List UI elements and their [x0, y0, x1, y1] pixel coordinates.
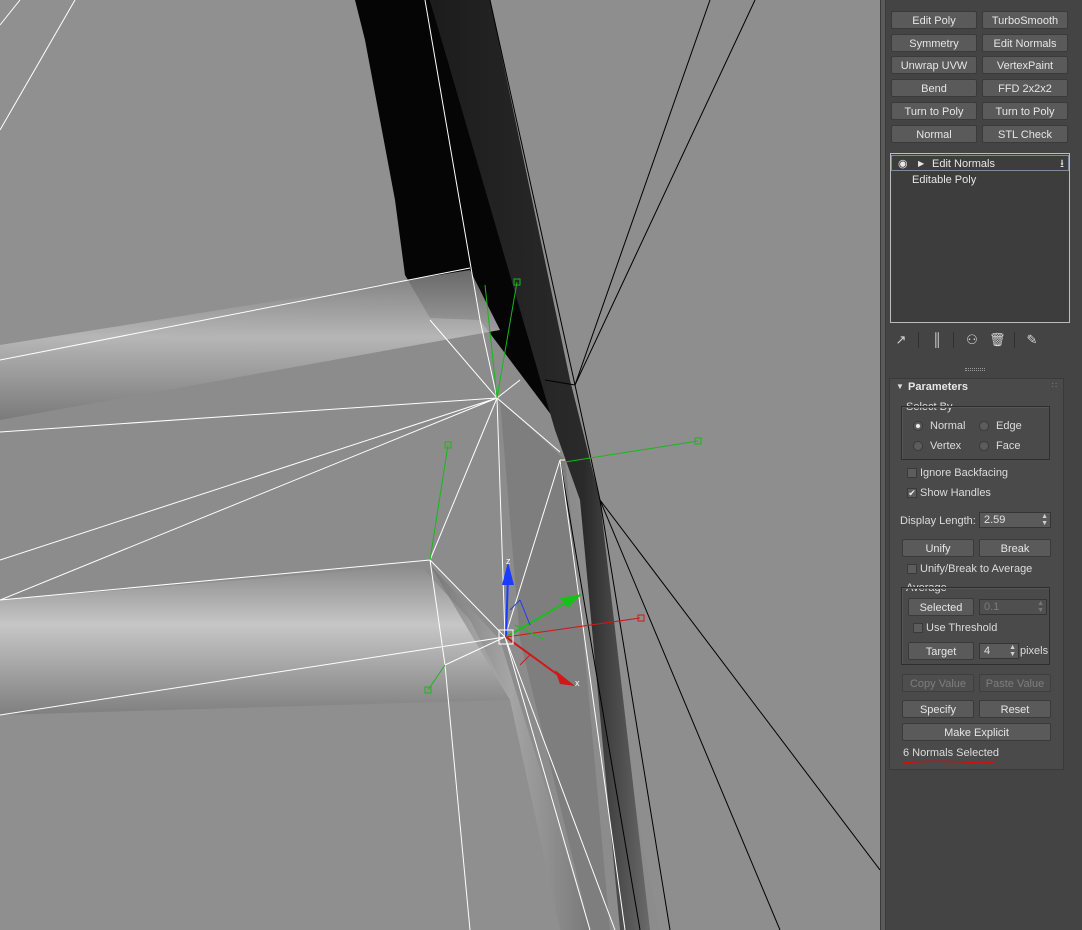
- modifier-button-ffd[interactable]: FFD 2x2x2: [982, 79, 1068, 97]
- show-handles-label[interactable]: Show Handles: [920, 487, 991, 499]
- specify-button[interactable]: Specify: [902, 700, 974, 718]
- show-end-result-icon[interactable]: ║: [929, 332, 945, 348]
- show-handles-checkbox[interactable]: ✔: [907, 488, 917, 498]
- expand-arrow-icon[interactable]: ▶: [918, 156, 924, 172]
- mesh-render: z x: [0, 0, 880, 930]
- toolbar-separator: [953, 332, 954, 348]
- gizmo-x-label: x: [575, 678, 580, 688]
- stack-item-editable-poly[interactable]: Editable Poly: [891, 172, 1069, 188]
- target-value: 4: [984, 645, 991, 657]
- reset-button[interactable]: Reset: [979, 700, 1051, 718]
- average-selected-button[interactable]: Selected: [908, 598, 974, 616]
- normals-selected-status: 6 Normals Selected: [903, 747, 999, 759]
- radio-face-label[interactable]: Face: [996, 440, 1020, 452]
- break-button[interactable]: Break: [979, 539, 1051, 557]
- status-underline: [902, 760, 997, 764]
- make-unique-icon[interactable]: ⚇: [964, 332, 980, 348]
- make-explicit-button[interactable]: Make Explicit: [902, 723, 1051, 741]
- display-length-value: 2.59: [984, 514, 1006, 526]
- parameters-rollout: ▼ Parameters ∷ Select By Normal Edge Ver…: [889, 378, 1064, 770]
- paste-value-button[interactable]: Paste Value: [979, 674, 1051, 692]
- modifier-button-vertexpaint[interactable]: VertexPaint: [982, 56, 1068, 74]
- average-target-button[interactable]: Target: [908, 642, 974, 660]
- modifier-dropdown-icon[interactable]: ⭳: [1060, 156, 1064, 172]
- spinner-arrows-icon[interactable]: ▲ ▼: [1041, 513, 1048, 527]
- copy-value-button[interactable]: Copy Value: [902, 674, 974, 692]
- modifier-button-normal[interactable]: Normal: [891, 125, 977, 143]
- average-selected-spinner: 0.1 ▲ ▼: [979, 599, 1047, 615]
- radio-normal-label[interactable]: Normal: [930, 420, 965, 432]
- spinner-arrows-icon: ▲ ▼: [1037, 600, 1044, 614]
- unify-break-average-label[interactable]: Unify/Break to Average: [920, 563, 1032, 575]
- unify-break-average-checkbox[interactable]: [907, 564, 917, 574]
- gizmo-z-label: z: [506, 556, 511, 566]
- modifier-button-edit-poly[interactable]: Edit Poly: [891, 11, 977, 29]
- modifier-button-turn-to-poly-2[interactable]: Turn to Poly: [982, 102, 1068, 120]
- target-pixels-spinner[interactable]: 4 ▲ ▼: [979, 643, 1019, 659]
- select-by-group: [901, 406, 1050, 460]
- remove-modifier-icon[interactable]: 🗑: [989, 332, 1006, 348]
- modifier-button-symmetry[interactable]: Symmetry: [891, 34, 977, 52]
- spinner-arrows-icon[interactable]: ▲ ▼: [1009, 644, 1016, 658]
- modifier-button-stl-check[interactable]: STL Check: [982, 125, 1068, 143]
- radio-edge[interactable]: [979, 421, 989, 431]
- radio-vertex[interactable]: [913, 441, 923, 451]
- toolbar-separator: [918, 332, 919, 348]
- stack-item-label: Edit Normals: [932, 158, 995, 170]
- display-length-spinner[interactable]: 2.59 ▲ ▼: [979, 512, 1051, 528]
- use-threshold-checkbox[interactable]: [913, 623, 923, 633]
- use-threshold-label[interactable]: Use Threshold: [926, 622, 997, 634]
- viewport-perspective[interactable]: z x: [0, 0, 880, 930]
- modifier-button-turn-to-poly-1[interactable]: Turn to Poly: [891, 102, 977, 120]
- ignore-backfacing-checkbox[interactable]: [907, 468, 917, 478]
- modifier-stack-list[interactable]: ◉ ▶ Edit Normals ⭳ Editable Poly: [890, 153, 1070, 323]
- pin-stack-icon[interactable]: ↗: [893, 332, 909, 348]
- panel-resize-grip[interactable]: [965, 368, 985, 371]
- rollout-grip-icon: ∷: [1051, 381, 1057, 390]
- stack-item-edit-normals[interactable]: ◉ ▶ Edit Normals ⭳: [891, 155, 1069, 171]
- eye-icon[interactable]: ◉: [898, 156, 908, 172]
- modifier-button-edit-normals[interactable]: Edit Normals: [982, 34, 1068, 52]
- stack-item-label: Editable Poly: [912, 174, 977, 186]
- modifier-button-turbosmooth[interactable]: TurboSmooth: [982, 11, 1068, 29]
- rollout-title[interactable]: Parameters: [908, 381, 968, 393]
- pixels-label: pixels: [1020, 645, 1049, 657]
- radio-vertex-label[interactable]: Vertex: [930, 440, 961, 452]
- display-length-label: Display Length:: [900, 515, 976, 527]
- configure-modifier-sets-icon[interactable]: ✎: [1024, 332, 1040, 348]
- radio-face[interactable]: [979, 441, 989, 451]
- modifier-button-unwrap-uvw[interactable]: Unwrap UVW: [891, 56, 977, 74]
- modifier-button-bend[interactable]: Bend: [891, 79, 977, 97]
- toolbar-separator: [1014, 332, 1015, 348]
- radio-edge-label[interactable]: Edge: [996, 420, 1022, 432]
- radio-normal[interactable]: [913, 421, 923, 431]
- ignore-backfacing-label[interactable]: Ignore Backfacing: [920, 467, 1008, 479]
- unify-button[interactable]: Unify: [902, 539, 974, 557]
- average-selected-value: 0.1: [984, 601, 1000, 613]
- rollout-collapse-icon[interactable]: ▼: [896, 382, 904, 391]
